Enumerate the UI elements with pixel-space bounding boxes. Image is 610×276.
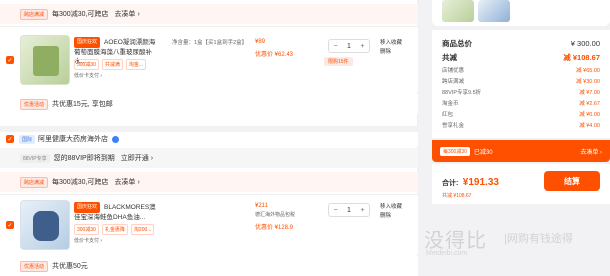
- item-checkbox[interactable]: ✓: [6, 221, 14, 229]
- store-name[interactable]: 阿里健康大药房海外店: [38, 134, 108, 144]
- product-price: ¥89 优惠价 ¥62.43: [255, 39, 294, 58]
- price-breakdown: 商品总价 ¥ 300.00 共减 减 ¥108.67 店铺优惠减 ¥65.00 …: [432, 30, 610, 138]
- selected-item-thumb[interactable]: [442, 0, 474, 22]
- increment-button[interactable]: +: [356, 207, 369, 214]
- cart-page: 跨店满减 每300减30,可跨店 去凑单 › ✓ 国庆狂欢 AOEO凝润漂颜海葡萄…: [0, 0, 610, 276]
- quantity-value[interactable]: 1: [342, 43, 356, 50]
- cart-item: ✓ 国庆狂欢 AOEO凝润漂颜海葡萄面膜海藻八重玻尿酸补水... 300减30 共减…: [0, 26, 418, 92]
- vip-bar: 88VIP专享 您的88VIP即将到期 立即开通 ›: [0, 148, 418, 168]
- quantity-value[interactable]: 1: [342, 207, 356, 214]
- discount-row: 淘金币减 ¥2.67: [442, 100, 600, 107]
- discount-row: 誉享礼金减 ¥4.00: [442, 122, 600, 129]
- payment-hint[interactable]: 低价卡支付 ›: [74, 72, 102, 79]
- product-image[interactable]: [20, 200, 70, 250]
- global-badge: 国际: [19, 134, 36, 144]
- event-badge: 国庆狂欢: [74, 37, 101, 48]
- item-checkbox[interactable]: ✓: [6, 56, 14, 64]
- delete-link[interactable]: 删除: [380, 212, 402, 221]
- cross-store-promo-bar: 跨店满减 每300减30,可跨店 去凑单 ›: [0, 4, 418, 24]
- add-items-link[interactable]: 去凑单: [114, 177, 135, 187]
- goods-total-row: 商品总价 ¥ 300.00: [442, 39, 600, 48]
- product-promos: 300减30 共减满 淘金...: [74, 59, 147, 70]
- chevron-right-icon: ›: [100, 238, 103, 244]
- selected-thumbnails: [432, 0, 610, 26]
- add-items-link[interactable]: 去凑单 ›: [580, 147, 602, 156]
- decrement-button[interactable]: −: [329, 43, 342, 50]
- increment-button[interactable]: +: [356, 43, 369, 50]
- checkout-button[interactable]: 结算: [544, 171, 600, 191]
- saved-amount: 共减 ¥108.67: [442, 193, 472, 199]
- chat-icon[interactable]: [112, 135, 120, 143]
- chevron-right-icon: ›: [150, 154, 154, 162]
- decrement-button[interactable]: −: [329, 207, 342, 214]
- store-discount-summary: 优惠活动 共优惠50元: [0, 256, 418, 276]
- promo-text: 每300减30,可跨店: [52, 11, 109, 18]
- discount-row: 跨店满减减 ¥30.00: [442, 78, 600, 85]
- chevron-right-icon: ›: [137, 10, 140, 18]
- cart-items-panel: 跨店满减 每300减30,可跨店 去凑单 › ✓ 国庆狂欢 AOEO凝润漂颜海葡萄…: [0, 0, 418, 276]
- discount-row: 红包减 ¥0.00: [442, 111, 600, 118]
- product-title[interactable]: 国庆狂欢 BLACKMORES澳佳宝深海鲑鱼DHA鱼油...: [74, 202, 160, 222]
- item-ops: 移入收藏 删除: [380, 39, 402, 57]
- product-price: ¥211 德汇海外物品包税 优惠价 ¥128.9: [255, 203, 296, 231]
- product-spec[interactable]: 净含量：1盒【买1盒到手2盒】: [172, 39, 248, 47]
- discount-total-row: 共减 减 ¥108.67: [442, 53, 600, 62]
- chevron-right-icon: ›: [137, 178, 140, 186]
- quantity-stepper[interactable]: − 1 +: [328, 203, 370, 217]
- store-discount-summary: 优惠活动 共优惠15元, 享包邮: [0, 94, 418, 114]
- purchase-limit-badge: 限购15件: [324, 57, 353, 66]
- discount-row: 88VIP专享9.5折减 ¥7.00: [442, 89, 600, 96]
- store-checkbox[interactable]: ✓: [6, 135, 14, 143]
- add-items-link[interactable]: 去凑单: [114, 9, 135, 19]
- move-to-favorites-link[interactable]: 移入收藏: [380, 203, 402, 212]
- product-promos: 300减30 礼金惠降 淘200...: [74, 224, 155, 235]
- selected-item-thumb[interactable]: [478, 0, 510, 22]
- payment-hint[interactable]: 低价卡支付 ›: [74, 237, 102, 244]
- store-header: ✓ 国际 阿里健康大药房海外店: [0, 126, 418, 146]
- total-amount: ¥191.33: [462, 177, 499, 188]
- delete-link[interactable]: 删除: [380, 48, 402, 57]
- item-ops: 移入收藏 删除: [380, 203, 402, 221]
- coupon-bar: 每300减30 已减30 去凑单 ›: [432, 140, 610, 162]
- move-to-favorites-link[interactable]: 移入收藏: [380, 39, 402, 48]
- promo-tag: 跨店满减: [20, 8, 49, 20]
- discount-row: 店铺优惠减 ¥65.00: [442, 67, 600, 74]
- cart-item: ✓ 国庆狂欢 BLACKMORES澳佳宝深海鲑鱼DHA鱼油... 300减30 礼金…: [0, 194, 418, 254]
- quantity-stepper[interactable]: − 1 +: [328, 39, 370, 53]
- chevron-right-icon: ›: [100, 73, 103, 79]
- product-image[interactable]: [20, 35, 70, 85]
- watermark: 没得比 |网购有钱途得 Meideibi.com: [424, 228, 573, 257]
- activate-vip-link[interactable]: 立即开通: [121, 153, 149, 163]
- cross-store-promo-bar: 跨店满减 每300减30,可跨店 去凑单 ›: [0, 172, 418, 192]
